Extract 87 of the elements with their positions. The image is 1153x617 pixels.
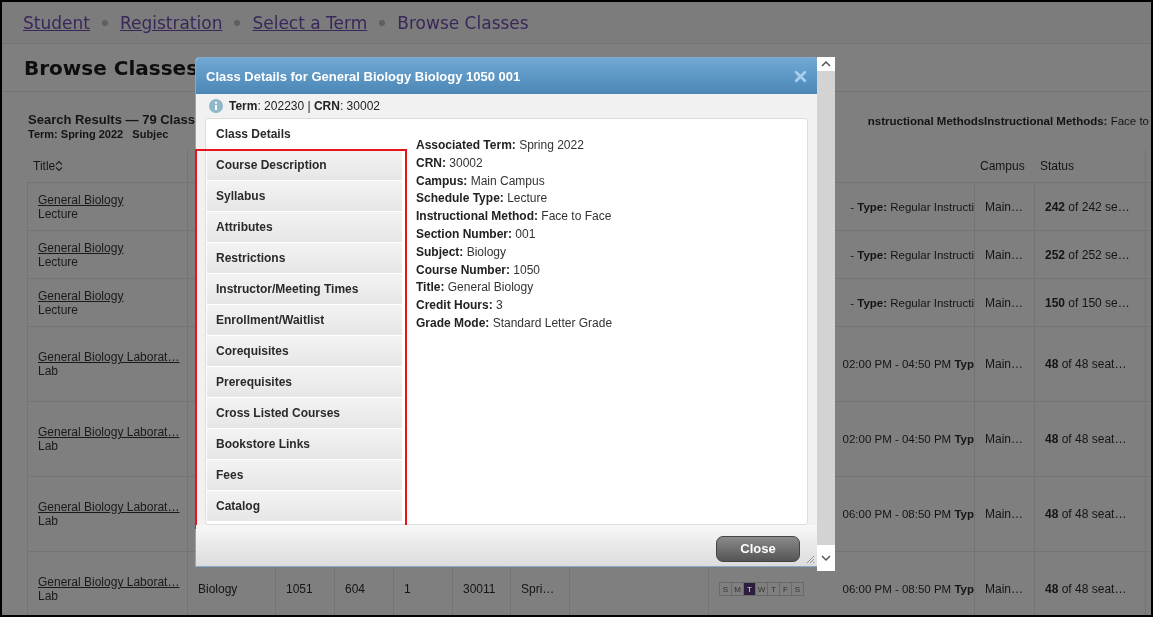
schedule-type: Lab: [38, 439, 60, 453]
status-cell: 48 of 48 seat…: [1045, 582, 1127, 596]
class-title-link[interactable]: General Biology Laborat…: [38, 425, 180, 439]
detail-line: Grade Mode: Standard Letter Grade: [416, 314, 613, 332]
section-tab[interactable]: Enrollment/Waitlist: [207, 305, 402, 336]
status-cell: 150 of 150 se…: [1045, 295, 1130, 310]
close-icon[interactable]: [794, 69, 807, 83]
meeting-time: - Type: Regular Instructi: [850, 248, 974, 261]
schedule-type: Lecture: [38, 302, 80, 317]
detail-line: Section Number: 001: [416, 226, 537, 243]
class-title-link[interactable]: General Biology: [38, 240, 124, 255]
class-title-link[interactable]: General Biology: [38, 288, 124, 303]
info-icon: [209, 99, 223, 113]
close-button[interactable]: Close: [716, 535, 800, 562]
scroll-down-icon[interactable]: [817, 545, 835, 571]
detail-line: Subject: Biology: [416, 243, 508, 261]
meeting-time: - Type: Regular Instructi: [850, 296, 974, 309]
campus-cell: Main…: [985, 582, 1023, 596]
table-cell: Biology: [198, 582, 238, 596]
class-title-link[interactable]: General Biology: [38, 192, 124, 207]
section-tab[interactable]: Prerequisites: [207, 367, 402, 398]
detail-line: CRN: 30002: [416, 154, 484, 172]
results-title: Search Results — 79 Class: [28, 112, 195, 127]
schedule-type: Lecture: [38, 206, 80, 221]
meeting-time: 06:00 PM - 08:50 PM Typ: [842, 583, 974, 595]
section-tab[interactable]: Catalog: [207, 491, 402, 522]
scrollbar[interactable]: [817, 57, 835, 571]
status-cell: 252 of 252 se…: [1045, 247, 1130, 262]
dialog-title: Class Details for General Biology Biology 1050 001: [206, 68, 521, 84]
class-title-link[interactable]: General Biology Laborat…: [38, 350, 180, 364]
section-tab[interactable]: Fees: [207, 460, 402, 491]
separator-icon: [101, 19, 108, 26]
class-title-link[interactable]: General Biology Laborat…: [38, 575, 180, 589]
schedule-type: Lab: [38, 514, 60, 528]
scroll-up-icon[interactable]: [817, 57, 835, 71]
detail-line: Instructional Method: Face to Face: [416, 208, 613, 226]
detail-line: Associated Term: Spring 2022: [416, 137, 585, 154]
schedule-type: Lab: [38, 589, 60, 603]
resize-grip-icon[interactable]: [805, 554, 815, 564]
meeting-time: - Type: Regular Instructi: [850, 200, 974, 213]
campus-cell: Main…: [985, 507, 1023, 521]
page-title: Browse Classes: [24, 55, 199, 80]
column-header: Status: [1040, 159, 1075, 173]
detail-line: Schedule Type: Lecture: [416, 190, 549, 208]
table-cell: 30011: [463, 582, 496, 596]
meeting-time: 06:00 PM - 08:50 PM Typ: [842, 508, 974, 520]
campus-cell: Main…: [985, 432, 1023, 446]
section-tab[interactable]: Course Description: [207, 150, 402, 181]
table-cell: Spri…: [521, 582, 555, 596]
separator-icon: [234, 19, 241, 26]
campus-cell: Main…: [985, 357, 1023, 371]
section-tab[interactable]: Restrictions: [207, 243, 402, 274]
campus-cell: Main…: [985, 247, 1023, 262]
schedule-type: Lecture: [38, 254, 80, 269]
status-cell: 242 of 242 se…: [1045, 199, 1130, 214]
section-tab[interactable]: Corequisites: [207, 336, 402, 367]
weekday-indicator: T: [767, 582, 780, 596]
column-header: Title: [33, 159, 56, 173]
sort-icon[interactable]: [55, 160, 64, 172]
detail-line: Title: General Biology: [416, 279, 535, 297]
results-filters: Term: Spring 2022 Subjec: [28, 128, 170, 140]
table-cell: 604: [345, 582, 366, 596]
meeting-time: 02:00 PM - 04:50 PM Typ: [842, 358, 974, 370]
campus-cell: Main…: [985, 199, 1023, 214]
weekday-indicator: W: [755, 582, 768, 596]
detail-line: Credit Hours: 3: [416, 297, 504, 315]
section-tab[interactable]: Bookstore Links: [207, 429, 402, 460]
meeting-time: 02:00 PM - 04:50 PM Typ: [842, 433, 974, 445]
column-header: Campus: [980, 159, 1025, 173]
detail-line: Campus: Main Campus: [416, 172, 546, 190]
status-cell: 48 of 48 seat…: [1045, 507, 1127, 521]
status-cell: 48 of 48 seat…: [1045, 357, 1127, 371]
schedule-type: Lab: [38, 364, 60, 378]
detail-line: Course Number: 1050: [416, 261, 542, 279]
status-cell: 48 of 48 seat…: [1045, 432, 1127, 446]
table-cell: 1051: [286, 582, 313, 596]
table-cell: 1: [404, 582, 411, 596]
section-tab[interactable]: Attributes: [207, 212, 402, 243]
section-tab[interactable]: Syllabus: [207, 181, 402, 212]
term-crn-info: Term: 202230 | CRN: 30002: [229, 99, 380, 113]
separator-icon: [379, 19, 386, 26]
campus-cell: Main…: [985, 295, 1023, 310]
current-page-label: Browse Classes: [397, 12, 529, 33]
section-tab[interactable]: Cross Listed Courses: [207, 398, 402, 429]
class-title-link[interactable]: General Biology Laborat…: [38, 500, 180, 514]
section-tab[interactable]: Instructor/Meeting Times: [207, 274, 402, 305]
results-methods: nstructional MethodsInstructional Methods: Face to: [867, 115, 1149, 127]
